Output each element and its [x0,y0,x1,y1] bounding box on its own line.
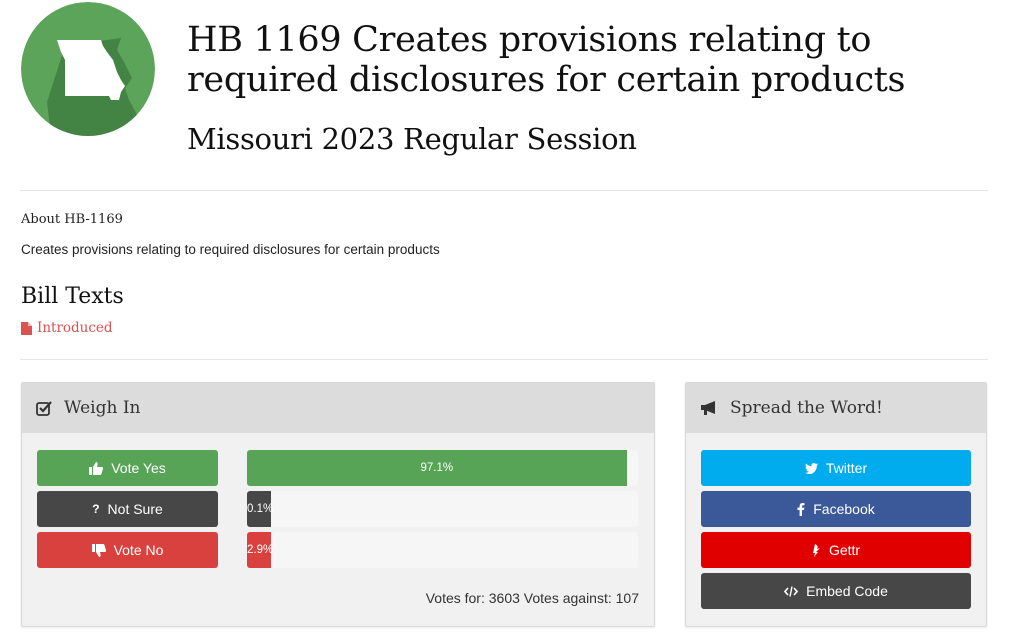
gettr-icon [812,543,821,557]
divider [20,190,988,191]
vote-yes-fill: 97.1% [247,450,627,486]
about-heading: About HB-1169 [21,212,123,227]
thumbs-up-icon [89,461,104,475]
session-subtitle: Missouri 2023 Regular Session [187,122,637,156]
vote-yes-bar: 97.1% [247,450,638,486]
missouri-logo [21,2,155,136]
document-icon [21,321,32,335]
weigh-in-title: Weigh In [64,398,141,418]
spread-header: Spread the Word! [686,383,986,433]
twitter-icon [804,462,818,474]
spread-panel: Spread the Word! Twitter Facebook Gettr … [685,382,987,627]
vote-no-percent: 2.9% [247,544,274,556]
spread-title: Spread the Word! [730,398,883,418]
vote-yes-percent: 97.1% [420,462,454,474]
gettr-label: Gettr [828,542,861,558]
megaphone-icon [700,401,718,415]
vote-no-button[interactable]: Vote No [37,532,218,568]
embed-code-button[interactable]: Embed Code [701,573,971,609]
vote-no-label: Vote No [113,542,164,558]
twitter-label: Twitter [825,460,868,476]
divider [20,359,988,360]
vote-yes-label: Vote Yes [111,460,166,476]
question-icon: ? [92,502,100,516]
gettr-button[interactable]: Gettr [701,532,971,568]
twitter-button[interactable]: Twitter [701,450,971,486]
missouri-state-icon [21,2,155,136]
votes-summary: Votes for: 3603 Votes against: 107 [425,590,639,606]
not-sure-label: Not Sure [107,501,163,517]
bill-texts-heading: Bill Texts [21,284,124,309]
facebook-icon [797,502,805,516]
vote-yes-button[interactable]: Vote Yes [37,450,218,486]
introduced-link-label: Introduced [37,320,113,336]
facebook-label: Facebook [813,501,875,517]
embed-code-label: Embed Code [806,583,888,599]
weigh-in-panel: Weigh In Vote Yes 97.1% ? Not Sure 0.1% … [21,382,655,627]
thumbs-down-icon [91,543,106,557]
code-icon [784,585,799,597]
introduced-link[interactable]: Introduced [21,320,113,336]
not-sure-bar: 0.1% [247,491,638,527]
not-sure-button[interactable]: ? Not Sure [37,491,218,527]
not-sure-fill: 0.1% [247,491,274,527]
vote-no-bar: 2.9% [247,532,638,568]
about-text: Creates provisions relating to required … [21,242,440,257]
vote-no-fill: 2.9% [247,532,274,568]
page-title: HB 1169 Creates provisions relating to r… [187,20,906,100]
not-sure-percent: 0.1% [247,503,274,515]
weigh-in-header: Weigh In [22,383,654,433]
facebook-button[interactable]: Facebook [701,491,971,527]
checkbox-icon [36,400,52,416]
